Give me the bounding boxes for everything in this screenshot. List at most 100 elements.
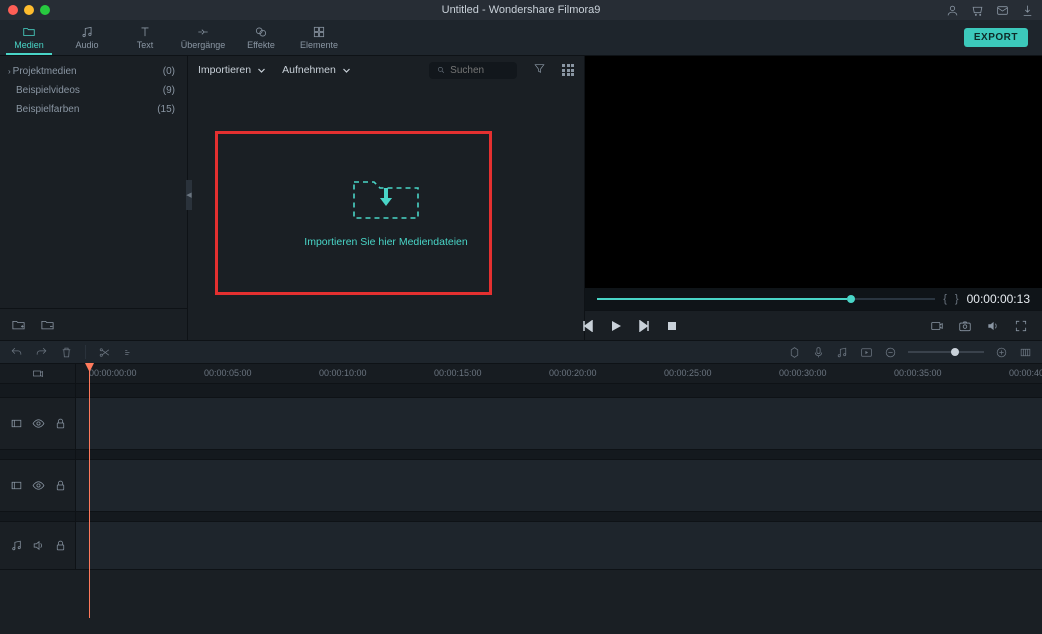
fullscreen-icon[interactable]	[1014, 319, 1028, 333]
lock-icon[interactable]	[54, 417, 67, 430]
media-toolbar: Importieren Aufnehmen	[188, 56, 584, 84]
preview-scrubber[interactable]	[597, 298, 935, 300]
track-lane[interactable]	[76, 522, 1042, 569]
track-lane[interactable]	[76, 398, 1042, 449]
chevron-right-icon: ›	[8, 67, 11, 76]
window-title: Untitled - Wondershare Filmora9	[0, 4, 1042, 16]
snapshot-icon[interactable]	[958, 319, 972, 333]
video-track-2	[0, 460, 1042, 512]
play-button[interactable]	[610, 320, 622, 332]
zoom-out-icon[interactable]	[884, 346, 897, 359]
ruler-mark: 00:00:25:00	[664, 368, 712, 378]
export-button[interactable]: EXPORT	[964, 28, 1028, 47]
timeline-ruler[interactable]: 00:00:00:0000:00:05:0000:00:10:0000:00:1…	[76, 364, 1042, 383]
marker-icon[interactable]	[788, 346, 801, 359]
zoom-slider-knob[interactable]	[951, 348, 959, 356]
ruler-mark: 00:00:30:00	[779, 368, 827, 378]
search-input-wrap[interactable]	[429, 62, 517, 79]
mark-in-icon[interactable]: {	[943, 293, 947, 305]
import-dropdown[interactable]: Importieren	[198, 64, 266, 76]
tab-effects[interactable]: Effekte	[232, 20, 290, 55]
filter-button[interactable]	[533, 62, 546, 78]
video-track-icon	[10, 417, 23, 430]
tab-transitions-label: Übergänge	[181, 40, 226, 50]
transitions-icon	[195, 25, 211, 39]
search-icon	[437, 65, 445, 75]
timeline: 00:00:00:0000:00:05:0000:00:10:0000:00:1…	[0, 364, 1042, 570]
search-input[interactable]	[450, 65, 509, 76]
chevron-down-icon	[257, 66, 266, 75]
tab-media[interactable]: Medien	[0, 20, 58, 55]
timeline-settings-icon	[31, 368, 45, 380]
stop-button[interactable]	[666, 320, 678, 332]
ruler-mark: 00:00:00:00	[89, 368, 137, 378]
tab-audio[interactable]: Audio	[58, 20, 116, 55]
lock-icon[interactable]	[54, 479, 67, 492]
visibility-toggle-icon[interactable]	[32, 417, 45, 430]
visibility-toggle-icon[interactable]	[32, 479, 45, 492]
new-folder-icon[interactable]	[10, 317, 27, 332]
import-dropzone-text: Importieren Sie hier Mediendateien	[304, 236, 467, 248]
sidebar-item-label: Projektmedien	[13, 66, 77, 77]
elements-icon	[311, 25, 327, 39]
filter-icon	[533, 62, 546, 75]
chevron-down-icon	[342, 66, 351, 75]
tab-effects-label: Effekte	[247, 40, 275, 50]
sidebar-item-label: Beispielfarben	[16, 104, 79, 115]
split-button[interactable]	[98, 346, 111, 359]
grid-view-button[interactable]	[562, 64, 574, 76]
remove-folder-icon[interactable]	[39, 317, 56, 332]
track-lane[interactable]	[76, 460, 1042, 511]
record-dropdown[interactable]: Aufnehmen	[282, 64, 351, 76]
audio-track-icon	[10, 539, 23, 552]
tab-media-label: Medien	[14, 40, 44, 50]
video-track-1	[0, 398, 1042, 450]
render-preview-icon[interactable]	[860, 346, 873, 359]
crop-button[interactable]	[123, 346, 136, 359]
mute-toggle-icon[interactable]	[32, 539, 45, 552]
import-dropzone[interactable]: Importieren Sie hier Mediendateien	[188, 84, 584, 340]
zoom-fit-icon[interactable]	[1019, 346, 1032, 359]
ruler-mark: 00:00:20:00	[549, 368, 597, 378]
playback-quality-icon[interactable]	[930, 319, 944, 333]
text-icon	[137, 25, 153, 39]
audio-mixer-icon[interactable]	[836, 346, 849, 359]
music-icon	[79, 25, 95, 39]
preview-timecode: 00:00:00:13	[967, 292, 1030, 306]
zoom-slider[interactable]	[908, 351, 984, 353]
tab-text[interactable]: Text	[116, 20, 174, 55]
ruler-mark: 00:00:05:00	[204, 368, 252, 378]
playhead[interactable]	[89, 364, 90, 618]
zoom-in-icon[interactable]	[995, 346, 1008, 359]
tab-transitions[interactable]: Übergänge	[174, 20, 232, 55]
sidebar-item-project-media[interactable]: ›Projektmedien (0)	[0, 62, 187, 81]
delete-button[interactable]	[60, 346, 73, 359]
timeline-settings-button[interactable]	[0, 364, 76, 383]
volume-icon[interactable]	[986, 319, 1000, 333]
folder-icon	[21, 25, 37, 39]
grid-icon	[562, 64, 574, 76]
step-forward-button[interactable]	[638, 320, 650, 332]
preview-viewport[interactable]	[585, 56, 1042, 288]
record-dropdown-label: Aufnehmen	[282, 64, 336, 76]
step-back-button[interactable]	[582, 320, 594, 332]
sidebar-item-sample-colors[interactable]: Beispielfarben (15)	[0, 100, 187, 119]
ruler-mark: 00:00:40:00	[1009, 368, 1042, 378]
redo-button[interactable]	[35, 346, 48, 359]
scrubber-knob[interactable]	[847, 295, 855, 303]
preview-panel: { } 00:00:00:13	[585, 56, 1042, 340]
undo-button[interactable]	[10, 346, 23, 359]
timeline-toolbar	[0, 340, 1042, 364]
tab-elements[interactable]: Elemente	[290, 20, 348, 55]
effects-icon	[253, 25, 269, 39]
lock-icon[interactable]	[54, 539, 67, 552]
sidebar-item-count: (15)	[157, 104, 175, 115]
sidebar-item-sample-videos[interactable]: Beispielvideos (9)	[0, 81, 187, 100]
ruler-mark: 00:00:35:00	[894, 368, 942, 378]
video-track-icon	[10, 479, 23, 492]
import-dropdown-label: Importieren	[198, 64, 251, 76]
sidebar-item-count: (9)	[163, 85, 175, 96]
main-tabs: Medien Audio Text Übergänge Effekte Elem…	[0, 20, 1042, 56]
mic-icon[interactable]	[812, 346, 825, 359]
mark-out-icon[interactable]: }	[955, 293, 959, 305]
